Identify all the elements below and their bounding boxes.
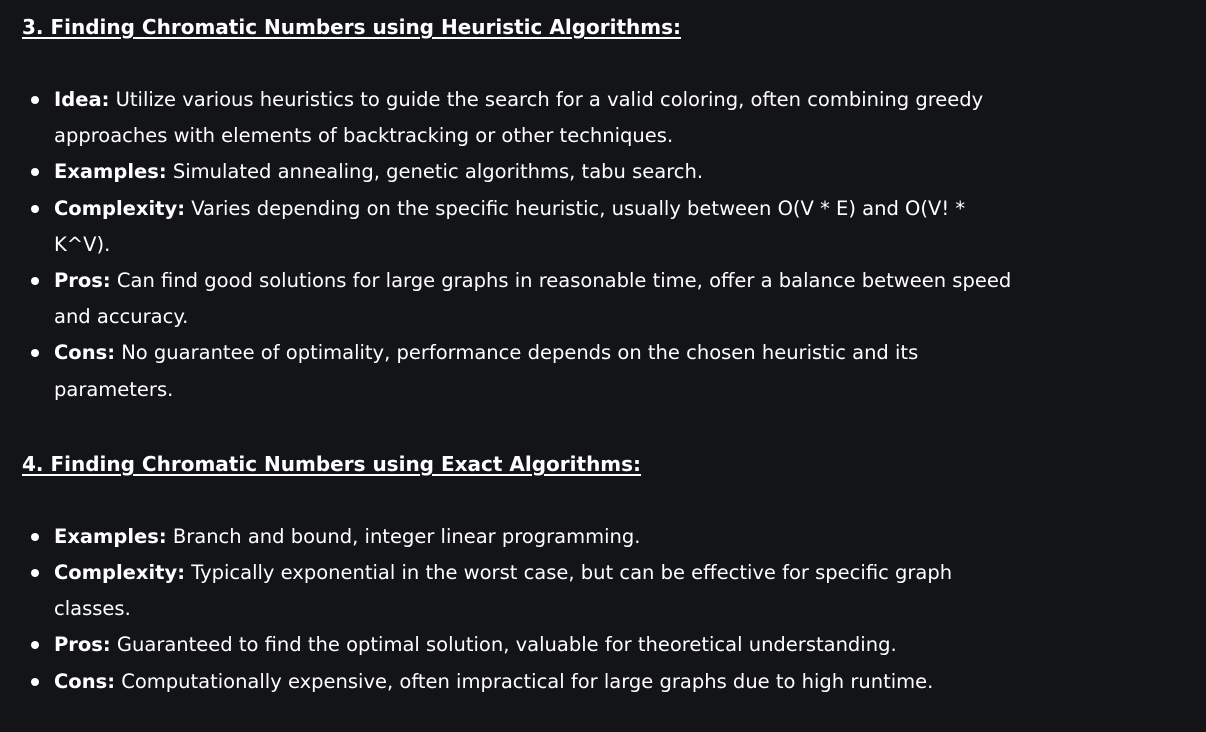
item-text: Typically exponential in the worst case,… [54, 561, 953, 621]
list-item-pros: Pros: Can find good solutions for large … [22, 263, 1022, 335]
bullet-icon [31, 677, 39, 686]
list-item-examples: Examples: Branch and bound, integer line… [22, 519, 1022, 555]
bullet-icon [31, 277, 39, 286]
item-text: Varies depending on the specific heurist… [54, 196, 966, 256]
bullet-icon [31, 641, 39, 650]
item-label: Examples: [54, 160, 167, 184]
item-text: Guaranteed to find the optimal solution,… [110, 633, 897, 657]
item-text: Branch and bound, integer linear program… [166, 524, 641, 548]
bullet-list-heuristic: Idea: Utilize various heuristics to guid… [22, 82, 1022, 408]
item-text: No guarantee of optimality, performance … [54, 341, 919, 401]
bullet-icon [31, 569, 39, 578]
item-text: Simulated annealing, genetic algorithms,… [166, 160, 704, 184]
list-item-cons: Cons: Computationally expensive, often i… [22, 664, 1022, 700]
section-heading-exact: 4. Finding Chromatic Numbers using Exact… [22, 451, 642, 476]
list-item-examples: Examples: Simulated annealing, genetic a… [22, 154, 1022, 190]
item-label: Cons: [54, 341, 115, 365]
item-text: Utilize various heuristics to guide the … [54, 88, 984, 148]
item-label: Complexity: [54, 561, 185, 585]
list-item-idea: Idea: Utilize various heuristics to guid… [22, 82, 1022, 154]
item-label: Cons: [54, 669, 115, 693]
bullet-icon [31, 168, 39, 177]
bullet-icon [31, 349, 39, 358]
item-text: Can find good solutions for large graphs… [54, 269, 1012, 329]
item-label: Pros: [54, 633, 111, 657]
list-item-pros: Pros: Guaranteed to find the optimal sol… [22, 627, 1022, 663]
item-label: Examples: [54, 524, 167, 548]
bullet-list-exact: Examples: Branch and bound, integer line… [22, 519, 1022, 700]
item-label: Pros: [54, 269, 111, 293]
list-item-complexity: Complexity: Typically exponential in the… [22, 555, 1022, 627]
item-text: Computationally expensive, often impract… [115, 669, 934, 693]
bullet-icon [31, 96, 39, 104]
list-item-cons: Cons: No guarantee of optimality, perfor… [22, 335, 1022, 407]
section-heading-heuristic: 3. Finding Chromatic Numbers using Heuri… [22, 15, 682, 39]
item-label: Complexity: [54, 196, 185, 220]
bullet-icon [31, 532, 39, 541]
response-content: 3. Finding Chromatic Numbers using Heuri… [0, 0, 1206, 732]
bullet-icon [31, 204, 39, 213]
item-label: Idea: [54, 88, 110, 111]
list-item-complexity: Complexity: Varies depending on the spec… [22, 191, 1022, 263]
